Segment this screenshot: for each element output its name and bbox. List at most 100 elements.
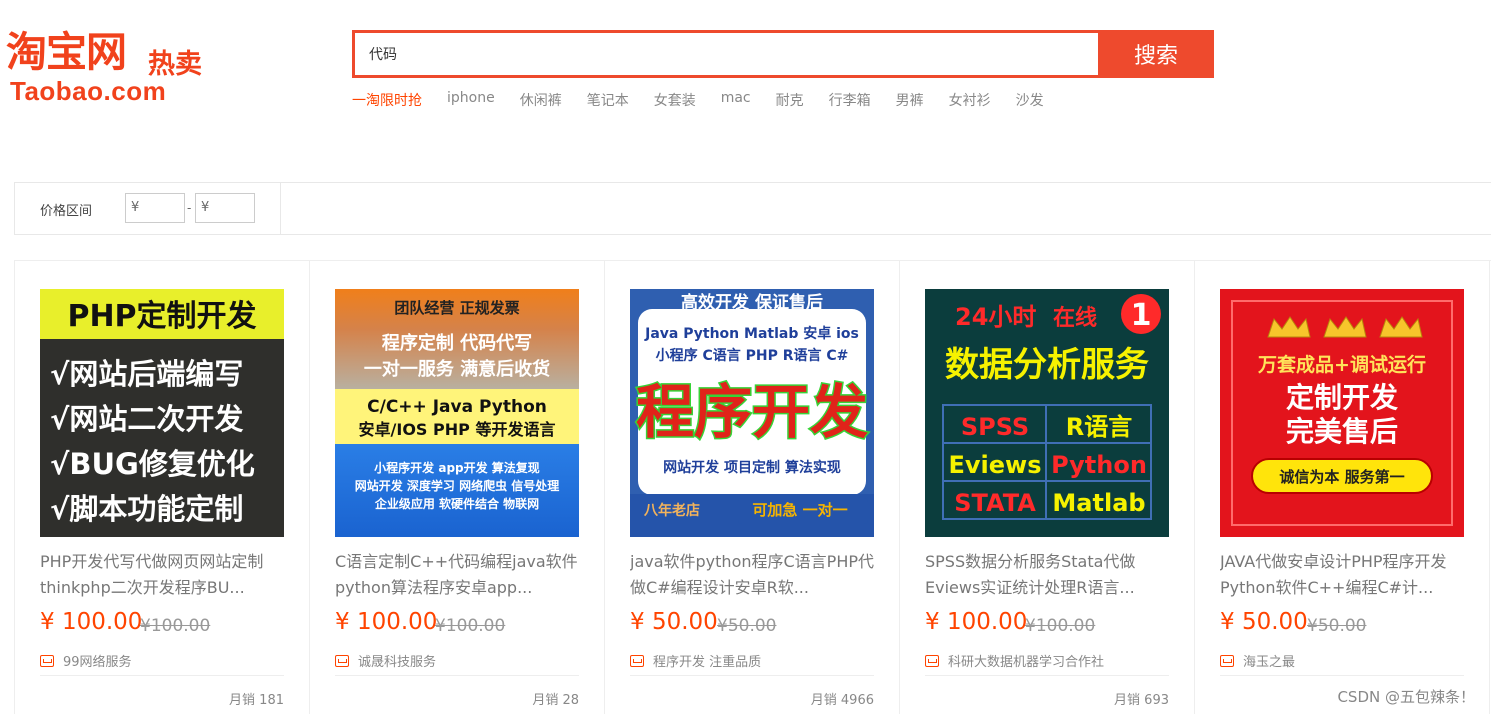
image-text: C/C++ Java Python bbox=[367, 397, 547, 417]
product-card[interactable]: PHP定制开发 √网站后端编写 √网站二次开发 √BUG修复优化 √脚本功能定制… bbox=[15, 261, 310, 714]
image-text: 数据分析服务 bbox=[945, 345, 1149, 385]
image-text: 团队经营 正规发票 bbox=[394, 299, 519, 317]
product-title[interactable]: JAVA代做安卓设计PHP程序开发Python软件C++编程C#计... bbox=[1220, 549, 1466, 601]
product-title[interactable]: java软件python程序C语言PHP代做C#编程设计安卓R软... bbox=[630, 549, 876, 601]
price-filter-bar: 价格区间 ¥ - ¥ bbox=[14, 182, 1491, 235]
product-old-price: ¥100.00 bbox=[435, 616, 506, 636]
logo-english-text: Taobao.com bbox=[10, 76, 167, 106]
hot-word-link[interactable]: 一淘限时抢 bbox=[352, 90, 422, 110]
shop-icon bbox=[335, 654, 349, 667]
product-price: ¥ 100.00 bbox=[40, 609, 143, 635]
image-text: 万套成品+调试运行 bbox=[1257, 353, 1426, 376]
image-text: 八年老店 bbox=[643, 502, 700, 519]
csdn-watermark: CSDN @五包辣条！ bbox=[1337, 688, 1475, 706]
hot-word-link[interactable]: 沙发 bbox=[1016, 90, 1044, 110]
image-text: PHP定制开发 bbox=[67, 299, 256, 334]
product-price: ¥ 100.00 bbox=[925, 609, 1028, 635]
card-divider bbox=[40, 675, 284, 676]
product-image-art: 24小时 在线 1 数据分析服务 SPSS R语言 Eviews Python … bbox=[925, 289, 1169, 537]
hot-word-link[interactable]: 男裤 bbox=[896, 90, 924, 110]
product-title[interactable]: C语言定制C++代码编程java软件python算法程序安卓app... bbox=[335, 549, 581, 601]
product-image[interactable]: 高效开发 保证售后 Java Python Matlab 安卓 ios 小程序 … bbox=[630, 289, 874, 537]
filter-divider bbox=[280, 183, 281, 234]
hot-word-link[interactable]: iphone bbox=[447, 90, 495, 110]
card-divider bbox=[1220, 675, 1464, 676]
image-text: Eviews bbox=[949, 451, 1042, 479]
product-image[interactable]: 团队经营 正规发票 程序定制 代码代写 一对一服务 满意后收货 C/C++ Ja… bbox=[335, 289, 579, 537]
shop-link[interactable]: 科研大数据机器学习合作社 bbox=[925, 651, 1104, 670]
shop-name: 诚晟科技服务 bbox=[358, 655, 437, 670]
image-text: Matlab bbox=[1052, 489, 1145, 517]
product-card[interactable]: 24小时 在线 1 数据分析服务 SPSS R语言 Eviews Python … bbox=[900, 261, 1195, 714]
image-text: 小程序 C语言 PHP R语言 C# bbox=[656, 347, 849, 364]
hot-word-link[interactable]: 耐克 bbox=[776, 90, 804, 110]
hot-word-link[interactable]: 女套装 bbox=[654, 90, 696, 110]
product-price: ¥ 50.00 bbox=[1220, 609, 1308, 635]
search-button[interactable]: 搜索 bbox=[1098, 30, 1214, 78]
hot-word-link[interactable]: 笔记本 bbox=[587, 90, 629, 110]
product-card[interactable]: 团队经营 正规发票 程序定制 代码代写 一对一服务 满意后收货 C/C++ Ja… bbox=[310, 261, 605, 714]
image-text: √脚本功能定制 bbox=[50, 492, 243, 526]
price-max-input[interactable]: ¥ bbox=[195, 193, 255, 223]
image-text: 在线 bbox=[1053, 305, 1097, 331]
product-price: ¥ 100.00 bbox=[335, 609, 438, 635]
shop-name: 科研大数据机器学习合作社 bbox=[948, 655, 1105, 670]
search-input[interactable] bbox=[355, 33, 1098, 75]
product-grid: PHP定制开发 √网站后端编写 √网站二次开发 √BUG修复优化 √脚本功能定制… bbox=[14, 260, 1491, 714]
price-range-label: 价格区间 bbox=[40, 204, 93, 219]
product-image[interactable]: 24小时 在线 1 数据分析服务 SPSS R语言 Eviews Python … bbox=[925, 289, 1169, 537]
shop-name: 99网络服务 bbox=[63, 655, 132, 670]
image-text: 高效开发 保证售后 bbox=[681, 292, 823, 313]
image-text: 安卓/IOS PHP 等开发语言 bbox=[359, 420, 556, 439]
card-divider bbox=[335, 675, 579, 676]
image-text: √网站二次开发 bbox=[50, 402, 243, 436]
card-divider bbox=[630, 675, 874, 676]
image-text: 1 bbox=[1131, 298, 1152, 333]
product-image-art: 万套成品+调试运行 定制开发 完美售后 诚信为本 服务第一 bbox=[1220, 289, 1464, 537]
hot-word-link[interactable]: 休闲裤 bbox=[520, 90, 562, 110]
product-image-art: 高效开发 保证售后 Java Python Matlab 安卓 ios 小程序 … bbox=[630, 289, 874, 537]
product-old-price: ¥100.00 bbox=[1025, 616, 1096, 636]
hot-word-link[interactable]: mac bbox=[721, 90, 751, 110]
hot-words-list: 一淘限时抢 iphone 休闲裤 笔记本 女套装 mac 耐克 行李箱 男裤 女… bbox=[352, 90, 1069, 110]
image-text: 可加急 一对一 bbox=[752, 501, 847, 519]
image-text: √网站后端编写 bbox=[50, 357, 243, 391]
product-title[interactable]: SPSS数据分析服务Stata代做Eviews实证统计处理R语言... bbox=[925, 549, 1171, 601]
hot-word-link[interactable]: 行李箱 bbox=[829, 90, 871, 110]
shop-link[interactable]: 程序开发 注重品质 bbox=[630, 651, 761, 670]
taobao-logo[interactable]: 淘宝网 热卖 Taobao.com bbox=[6, 28, 276, 108]
image-text: Java Python Matlab 安卓 ios bbox=[644, 325, 859, 342]
product-title[interactable]: PHP开发代写代做网页网站定制thinkphp二次开发程序BU... bbox=[40, 549, 286, 601]
image-text: 企业级应用 软硬件结合 物联网 bbox=[374, 496, 539, 511]
image-text: 小程序开发 app开发 算法复现 bbox=[374, 460, 540, 475]
price-separator: - bbox=[187, 201, 192, 215]
monthly-sales: 月销 693 bbox=[1114, 693, 1169, 708]
image-text: 24小时 bbox=[955, 303, 1036, 331]
shop-link[interactable]: 诚晟科技服务 bbox=[335, 651, 436, 670]
price-min-input[interactable]: ¥ bbox=[125, 193, 185, 223]
shop-icon bbox=[925, 654, 939, 667]
monthly-sales: 月销 181 bbox=[229, 693, 284, 708]
shop-link[interactable]: 海玉之最 bbox=[1220, 651, 1295, 670]
image-text: 完美售后 bbox=[1286, 415, 1398, 448]
product-old-price: ¥50.00 bbox=[1307, 616, 1367, 636]
shop-icon bbox=[40, 654, 54, 667]
product-image[interactable]: 万套成品+调试运行 定制开发 完美售后 诚信为本 服务第一 bbox=[1220, 289, 1464, 537]
product-card[interactable]: 万套成品+调试运行 定制开发 完美售后 诚信为本 服务第一 JAVA代做安卓设计… bbox=[1195, 261, 1490, 714]
shop-name: 海玉之最 bbox=[1243, 655, 1296, 670]
product-price: ¥ 50.00 bbox=[630, 609, 718, 635]
image-text: SPSS bbox=[961, 413, 1029, 441]
image-text: Python bbox=[1051, 451, 1147, 479]
image-text: 程序开发 bbox=[636, 378, 868, 446]
shop-icon bbox=[1220, 654, 1234, 667]
product-card[interactable]: 高效开发 保证售后 Java Python Matlab 安卓 ios 小程序 … bbox=[605, 261, 900, 714]
shop-name: 程序开发 注重品质 bbox=[653, 655, 762, 670]
product-old-price: ¥100.00 bbox=[140, 616, 211, 636]
product-image[interactable]: PHP定制开发 √网站后端编写 √网站二次开发 √BUG修复优化 √脚本功能定制 bbox=[40, 289, 284, 537]
hot-word-link[interactable]: 女衬衫 bbox=[949, 90, 991, 110]
image-text: R语言 bbox=[1066, 413, 1132, 441]
image-text: 程序定制 代码代写 bbox=[382, 332, 532, 354]
image-text: 网站开发 深度学习 网络爬虫 信号处理 bbox=[355, 478, 560, 493]
card-divider bbox=[925, 675, 1169, 676]
shop-link[interactable]: 99网络服务 bbox=[40, 651, 132, 670]
